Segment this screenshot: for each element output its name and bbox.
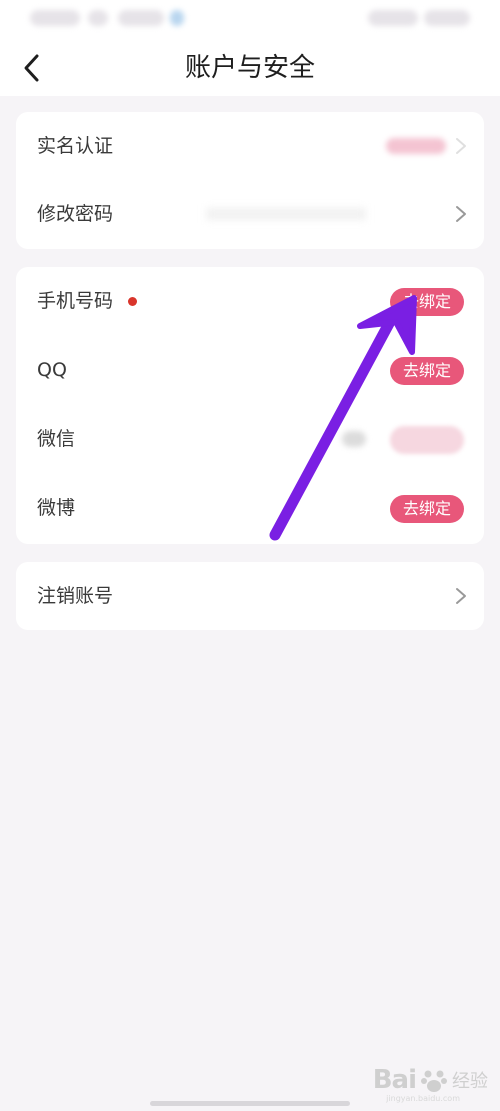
red-dot-badge	[128, 297, 137, 306]
list-item-weibo: 微博 去绑定	[16, 474, 484, 543]
list-item-label: 微信	[37, 428, 76, 450]
wechat-status-blurred	[342, 431, 366, 447]
wechat-action-blurred[interactable]	[390, 426, 464, 454]
status-icon-blurred	[88, 10, 108, 26]
page-title: 账户与安全	[184, 53, 315, 83]
list-item-label: 修改密码	[37, 203, 114, 225]
list-item-real-name[interactable]: 实名认证	[16, 112, 484, 181]
binding-section-card: 手机号码 去绑定 QQ 去绑定 微信 微博 去绑定	[16, 267, 484, 544]
list-item-label: 实名认证	[37, 135, 114, 157]
paw-icon	[421, 1070, 447, 1092]
watermark: Bai 经验 jingyan.baidu.com	[372, 1060, 488, 1103]
status-icon-blurred	[170, 10, 184, 26]
status-time-blurred	[30, 10, 80, 26]
list-item-phone: 手机号码 去绑定	[16, 267, 484, 336]
watermark-text: 经验	[452, 1071, 488, 1092]
chevron-right-icon	[456, 138, 466, 154]
chevron-right-icon	[456, 206, 466, 222]
list-item-label: 手机号码	[37, 290, 114, 312]
bind-phone-button[interactable]: 去绑定	[390, 288, 464, 316]
verification-status-blurred	[386, 138, 446, 154]
status-icon-blurred	[118, 10, 164, 26]
status-bar	[0, 0, 500, 40]
chevron-right-icon	[456, 588, 466, 604]
watermark-url: jingyan.baidu.com	[386, 1094, 460, 1103]
home-indicator	[150, 1101, 350, 1106]
list-item-qq: QQ 去绑定	[16, 336, 484, 405]
list-item-change-password[interactable]: 修改密码	[16, 180, 484, 249]
list-item-label: 微博	[37, 497, 76, 519]
list-item-label: QQ	[37, 359, 67, 381]
list-item-label: 注销账号	[37, 585, 114, 607]
password-hint-blurred	[206, 208, 366, 220]
bind-qq-button[interactable]: 去绑定	[390, 357, 464, 385]
list-item-wechat: 微信	[16, 405, 484, 474]
delete-account-card: 注销账号	[16, 562, 484, 630]
bind-weibo-button[interactable]: 去绑定	[390, 495, 464, 523]
list-item-delete-account[interactable]: 注销账号	[16, 562, 484, 630]
nav-bar: 账户与安全	[0, 40, 500, 96]
account-section-card: 实名认证 修改密码	[16, 112, 484, 249]
status-battery-blurred	[424, 10, 470, 26]
status-signal-blurred	[368, 10, 418, 26]
watermark-logo: Bai	[372, 1065, 417, 1095]
